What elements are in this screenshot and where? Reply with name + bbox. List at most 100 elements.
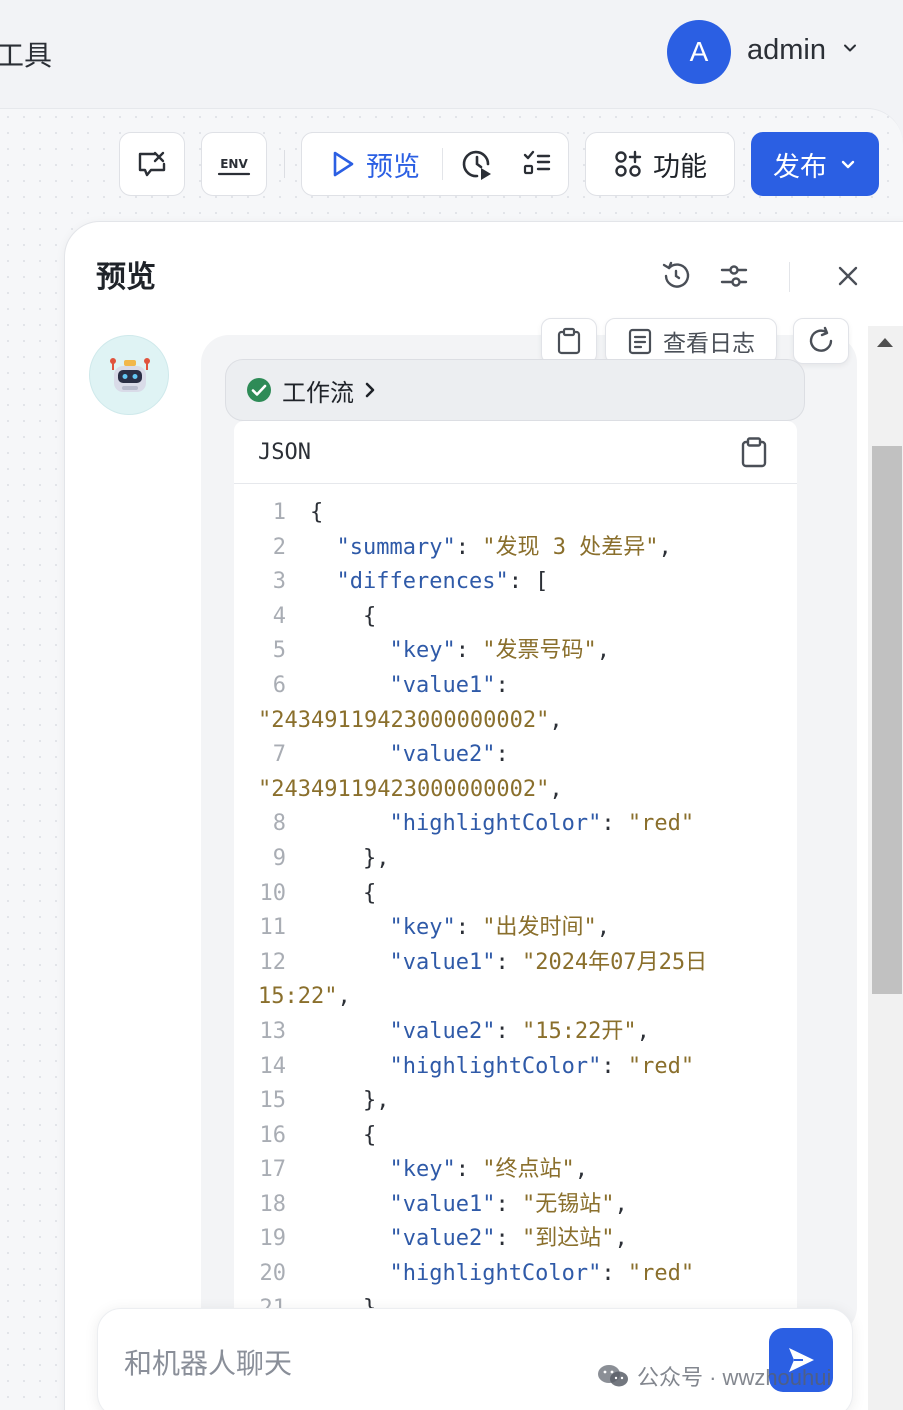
line-number: 15: [259, 1088, 287, 1114]
line-number: 12: [259, 949, 287, 975]
json-punct: [310, 915, 389, 940]
env-icon: ENV: [217, 157, 251, 176]
user-name[interactable]: admin: [747, 34, 826, 67]
json-punct: [310, 569, 337, 594]
json-string: "到达站": [521, 1226, 615, 1252]
user-avatar[interactable]: A: [667, 20, 731, 84]
json-key: "highlightColor": [389, 1053, 602, 1079]
json-punct: ,: [636, 1018, 650, 1044]
json-punct: {: [310, 500, 324, 525]
play-icon: [333, 151, 354, 177]
workflow-status-bar[interactable]: 工作流: [225, 359, 805, 421]
json-punct: :: [601, 811, 628, 837]
top-header: 工具 A admin: [0, 0, 903, 108]
json-string: "出发时间": [482, 915, 597, 941]
code-line: 11 "key": "出发时间",: [234, 911, 797, 946]
json-string: "终点站": [482, 1157, 575, 1183]
line-number: 18: [259, 1191, 287, 1217]
json-punct: ,: [596, 915, 610, 941]
line-number: 19: [259, 1226, 287, 1252]
json-punct: ,: [574, 1157, 588, 1183]
wechat-icon: [598, 1365, 628, 1387]
json-punct: [310, 1054, 389, 1079]
env-button[interactable]: ENV: [201, 132, 267, 196]
variables-button[interactable]: [119, 132, 185, 196]
preview-button[interactable]: 预览: [314, 132, 436, 196]
scrollbar-thumb[interactable]: [872, 446, 902, 994]
json-punct: :: [495, 1018, 522, 1044]
group-divider: [442, 148, 443, 180]
copy-message-button[interactable]: [541, 318, 597, 364]
code-line: 5 "key": "发票号码",: [234, 634, 797, 669]
json-key: "highlightColor": [389, 1261, 602, 1287]
features-button[interactable]: 功能: [585, 132, 735, 196]
refresh-icon: [809, 326, 833, 352]
line-number: 20: [259, 1261, 287, 1287]
chat-input[interactable]: 和机器人聊天: [124, 1342, 292, 1382]
json-punct: [310, 1226, 389, 1251]
publish-button[interactable]: 发布: [751, 132, 879, 196]
line-number: 11: [259, 915, 287, 941]
json-punct: [310, 638, 389, 663]
clipboard-icon[interactable]: [739, 436, 769, 468]
json-punct: ,: [596, 638, 610, 664]
run-history-button[interactable]: [452, 132, 502, 196]
close-icon[interactable]: [832, 260, 864, 292]
json-punct: :: [601, 1053, 628, 1079]
chevron-down-icon: [841, 160, 855, 169]
code-line: 7 "value2":: [234, 738, 797, 773]
code-line: 20 "highlightColor": "red": [234, 1257, 797, 1292]
watermark: 公众号 · wwzhouhui: [597, 1360, 831, 1392]
json-key: "value2": [389, 1018, 496, 1044]
restart-icon[interactable]: [660, 260, 692, 292]
json-punct: :: [455, 1157, 483, 1183]
code-line: "24349119423000000002",: [234, 704, 797, 739]
json-key: "value2": [389, 1226, 496, 1252]
checklist-icon: [523, 150, 551, 175]
json-punct: [310, 742, 389, 767]
line-number: 5: [272, 638, 286, 664]
panel-header-divider: [789, 262, 790, 292]
code-header: JSON: [234, 421, 797, 484]
json-punct: ,: [337, 984, 351, 1010]
json-string: "无锡站": [521, 1191, 615, 1217]
json-punct: :: [455, 915, 483, 941]
code-line: "24349119423000000002",: [234, 773, 797, 808]
json-key: "key": [389, 1157, 456, 1183]
checklist-button[interactable]: [512, 132, 562, 196]
workflow-label: 工作流: [282, 378, 354, 407]
variables-icon: [138, 151, 166, 177]
robot-icon: [110, 358, 150, 392]
panel-title: 预览: [96, 260, 156, 295]
publish-label: 发布: [773, 151, 827, 183]
line-number: 16: [259, 1122, 287, 1148]
code-line: 15 },: [234, 1084, 797, 1119]
json-key: "value1": [389, 1191, 496, 1217]
code-line: 6 "value1":: [234, 669, 797, 704]
line-number: 4: [272, 603, 286, 629]
code-line: 10 {: [234, 877, 797, 912]
json-punct: [310, 1157, 389, 1182]
view-log-button[interactable]: 查看日志: [605, 318, 777, 364]
settings-sliders-icon[interactable]: [718, 260, 750, 292]
toolbar-divider: [284, 150, 285, 178]
regenerate-button[interactable]: [793, 318, 849, 364]
json-key: "key": [389, 915, 456, 941]
json-punct: },: [310, 1088, 390, 1114]
code-line: 3 "differences": [: [234, 565, 797, 600]
line-number: 1: [272, 500, 286, 525]
breadcrumb[interactable]: 工具: [0, 34, 52, 74]
line-number: 14: [259, 1053, 287, 1079]
line-number: 17: [259, 1157, 287, 1183]
preview-label: 预览: [366, 151, 420, 183]
json-punct: [310, 811, 389, 836]
json-key: "key": [389, 638, 456, 664]
json-string: "24349119423000000002": [258, 707, 550, 733]
json-punct: [310, 1019, 389, 1044]
json-string: "发现 3 处差异": [482, 534, 659, 560]
scroll-up-arrow-icon[interactable]: [877, 338, 893, 347]
json-punct: [310, 535, 337, 560]
json-punct: :: [495, 1191, 522, 1217]
chevron-down-icon[interactable]: [842, 40, 858, 56]
json-punct: [310, 673, 389, 698]
